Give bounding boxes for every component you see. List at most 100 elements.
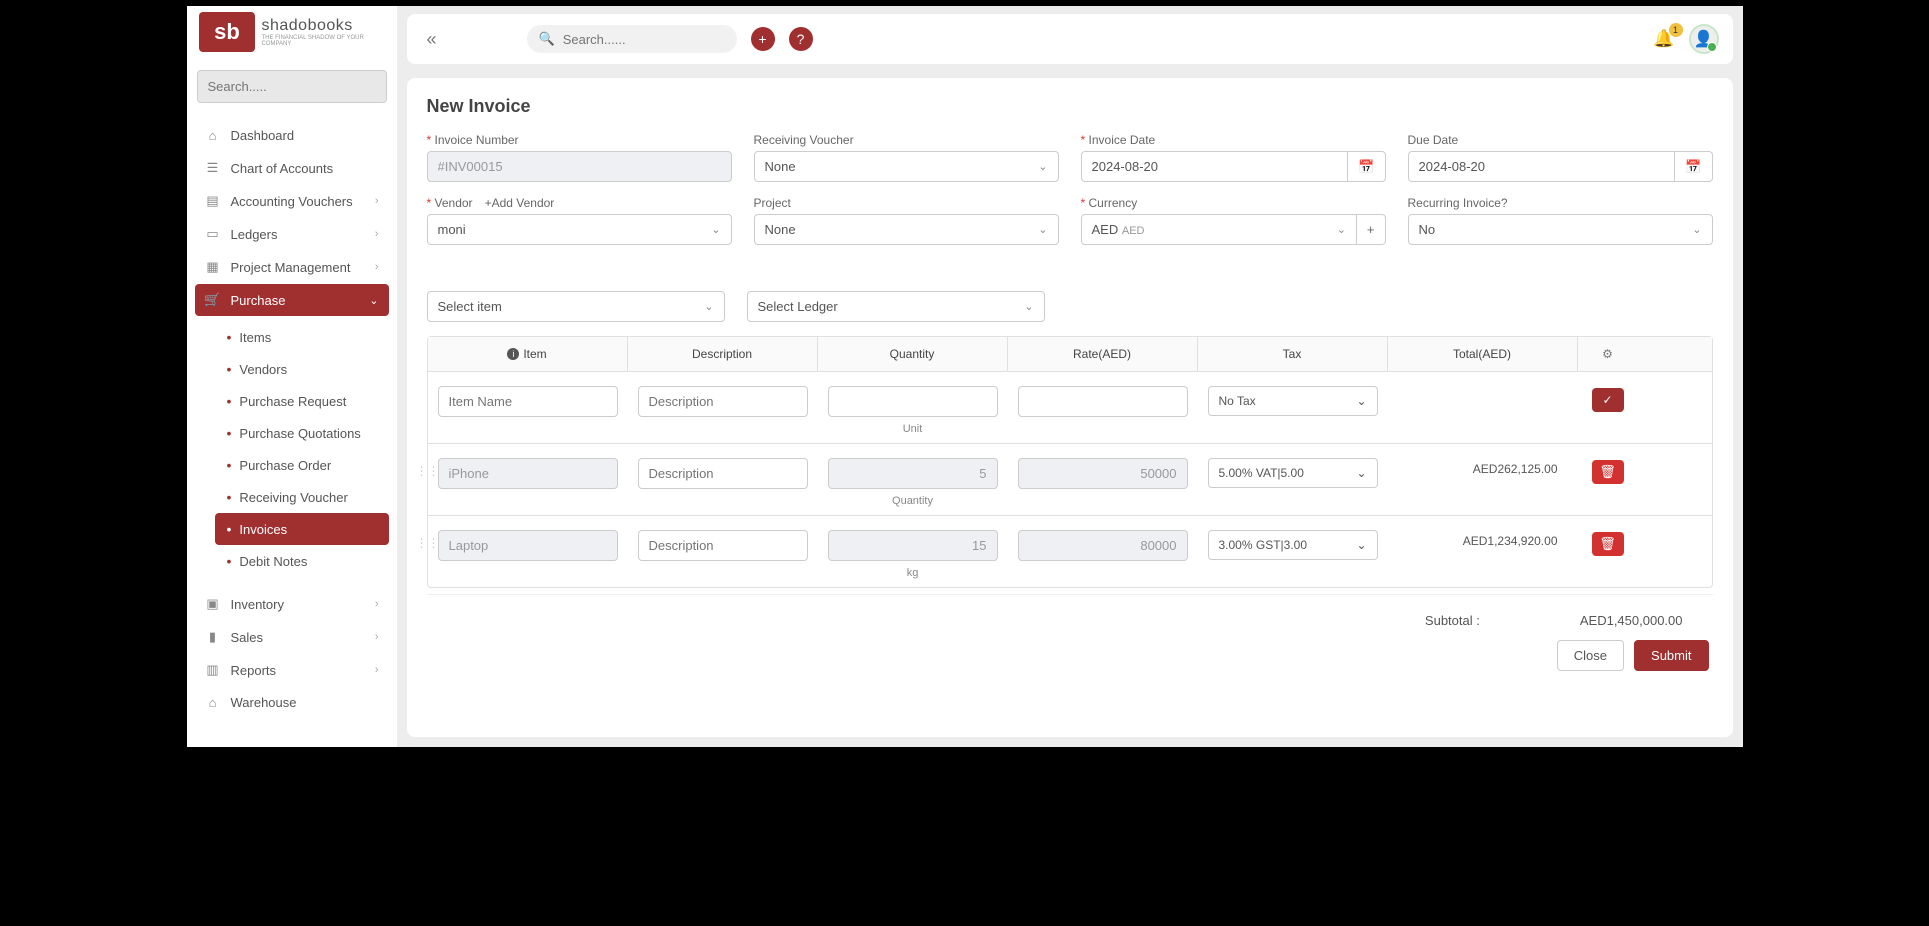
chevron-right-icon: › <box>375 195 379 207</box>
items-section: Select item⌄ Select Ledger⌄ iItem Descri… <box>427 273 1713 634</box>
nav-accounting-vouchers[interactable]: ▤Accounting Vouchers› <box>195 185 389 217</box>
nav-reports[interactable]: ▥Reports› <box>195 654 389 686</box>
footer-buttons: Close Submit <box>427 634 1713 677</box>
subnav-receiving-voucher[interactable]: Receiving Voucher <box>215 481 389 513</box>
subnav-vendors[interactable]: Vendors <box>215 353 389 385</box>
drag-handle-icon[interactable]: ⋮⋮ <box>416 536 440 550</box>
nav-label: Reports <box>231 663 277 678</box>
receiving-voucher-select[interactable]: None⌄ <box>754 151 1059 182</box>
row-total: AED1,234,920.00 <box>1398 530 1568 548</box>
select-value: 3.00% GST|3.00 <box>1219 538 1308 552</box>
description-input[interactable] <box>638 386 808 417</box>
nav-purchase[interactable]: 🛒Purchase⌄ <box>195 284 389 316</box>
chevron-down-icon: ⌄ <box>1038 223 1047 236</box>
calendar-icon[interactable]: 📅 <box>1348 151 1385 182</box>
nav-label: Inventory <box>231 597 284 612</box>
invoice-date-label: Invoice Date <box>1081 133 1386 147</box>
chevron-down-icon: ⌄ <box>704 300 713 313</box>
due-date-label: Due Date <box>1408 133 1713 147</box>
select-ledger-dropdown[interactable]: Select Ledger⌄ <box>747 291 1045 322</box>
unit-label: Unit <box>903 423 923 435</box>
gear-icon[interactable]: ⚙ <box>1578 337 1638 371</box>
rate-input <box>1018 530 1188 561</box>
tax-select[interactable]: 5.00% VAT|5.00⌄ <box>1208 458 1378 488</box>
nav-label: Project Management <box>231 260 351 275</box>
currency-select[interactable]: AED AED⌄ <box>1081 214 1357 245</box>
nav-label: Chart of Accounts <box>231 161 334 176</box>
select-value: AED AED <box>1092 222 1145 237</box>
recurring-select[interactable]: No⌄ <box>1408 214 1713 245</box>
invoice-date-field[interactable] <box>1081 151 1349 182</box>
add-button[interactable]: + <box>751 27 775 51</box>
chevron-down-icon: ⌄ <box>369 294 378 307</box>
nav-ledgers[interactable]: ▭Ledgers› <box>195 218 389 250</box>
nav-dashboard[interactable]: ⌂Dashboard <box>195 120 389 151</box>
list-icon: ☰ <box>205 160 221 176</box>
vendor-label-text: Vendor <box>435 196 473 210</box>
subnav-invoices[interactable]: Invoices <box>215 513 389 545</box>
dashboard-icon: ⌂ <box>205 128 221 143</box>
nav-sales[interactable]: ▮Sales› <box>195 621 389 653</box>
invoice-number-field <box>427 151 732 182</box>
confirm-row-button[interactable]: ✓ <box>1592 388 1624 412</box>
vendor-select[interactable]: moni ⌄ <box>427 214 732 245</box>
nav-project-management[interactable]: ▦Project Management› <box>195 251 389 283</box>
nav-label: Ledgers <box>231 227 278 242</box>
logo: sb shadobooks THE FINANCIAL SHADOW OF YO… <box>193 10 391 60</box>
chevron-down-icon: ⌄ <box>711 223 720 236</box>
project-select[interactable]: None⌄ <box>754 214 1059 245</box>
search-input[interactable] <box>563 32 725 47</box>
vendor-label: Vendor +Add Vendor <box>427 196 732 210</box>
select-value: moni <box>438 222 466 237</box>
subnav-debit-notes[interactable]: Debit Notes <box>215 545 389 577</box>
notifications-button[interactable]: 🔔1 <box>1653 29 1674 49</box>
rate-input[interactable] <box>1018 386 1188 417</box>
nav-chart-accounts[interactable]: ☰ Chart of Accounts <box>195 152 389 184</box>
drag-handle-icon[interactable]: ⋮⋮ <box>416 464 440 478</box>
quantity-input <box>828 458 998 489</box>
subnav-purchase-request[interactable]: Purchase Request <box>215 385 389 417</box>
close-button[interactable]: Close <box>1557 640 1624 671</box>
nav-warehouse[interactable]: ⌂Warehouse <box>195 687 389 718</box>
subnav-purchase-quotations[interactable]: Purchase Quotations <box>215 417 389 449</box>
due-date-field[interactable] <box>1408 151 1676 182</box>
chevron-right-icon: › <box>375 631 379 643</box>
calendar-icon[interactable]: 📅 <box>1675 151 1712 182</box>
invoice-number-label: Invoice Number <box>427 133 732 147</box>
logo-tagline: THE FINANCIAL SHADOW OF YOUR COMPANY <box>261 35 384 47</box>
item-name-input[interactable] <box>438 386 618 417</box>
subnav-items[interactable]: Items <box>215 321 389 353</box>
item-name-input <box>438 530 618 561</box>
search-icon: 🔍 <box>539 31 555 47</box>
quantity-input[interactable] <box>828 386 998 417</box>
delete-row-button[interactable]: 🗑 <box>1592 460 1624 484</box>
recurring-label: Recurring Invoice? <box>1408 196 1713 210</box>
user-avatar[interactable]: 👤 <box>1689 24 1719 54</box>
th-quantity: Quantity <box>818 337 1008 371</box>
help-button[interactable]: ? <box>789 27 813 51</box>
chevron-down-icon: ⌄ <box>1356 394 1366 408</box>
sidebar-search-input[interactable] <box>197 70 387 103</box>
chevron-down-icon: ⌄ <box>1356 466 1366 480</box>
description-input[interactable] <box>638 530 808 561</box>
currency-label: Currency <box>1081 196 1386 210</box>
tax-select[interactable]: No Tax⌄ <box>1208 386 1378 416</box>
collapse-sidebar-button[interactable]: « <box>421 29 443 50</box>
tax-select[interactable]: 3.00% GST|3.00⌄ <box>1208 530 1378 560</box>
nav-label: Sales <box>231 630 264 645</box>
subnav-purchase-order[interactable]: Purchase Order <box>215 449 389 481</box>
warehouse-icon: ⌂ <box>205 695 221 710</box>
nav-inventory[interactable]: ▣Inventory› <box>195 588 389 620</box>
delete-row-button[interactable]: 🗑 <box>1592 532 1624 556</box>
items-table: iItem Description Quantity Rate(AED) Tax… <box>427 336 1713 588</box>
add-currency-button[interactable]: + <box>1357 214 1386 245</box>
th-tax: Tax <box>1198 337 1388 371</box>
submit-button[interactable]: Submit <box>1634 640 1708 671</box>
th-total: Total(AED) <box>1388 337 1578 371</box>
add-vendor-link[interactable]: +Add Vendor <box>485 196 555 210</box>
row-total: AED262,125.00 <box>1398 458 1568 476</box>
global-search[interactable]: 🔍 <box>527 25 737 53</box>
select-item-dropdown[interactable]: Select item⌄ <box>427 291 725 322</box>
description-input[interactable] <box>638 458 808 489</box>
subtotal-label: Subtotal : <box>1425 613 1480 628</box>
